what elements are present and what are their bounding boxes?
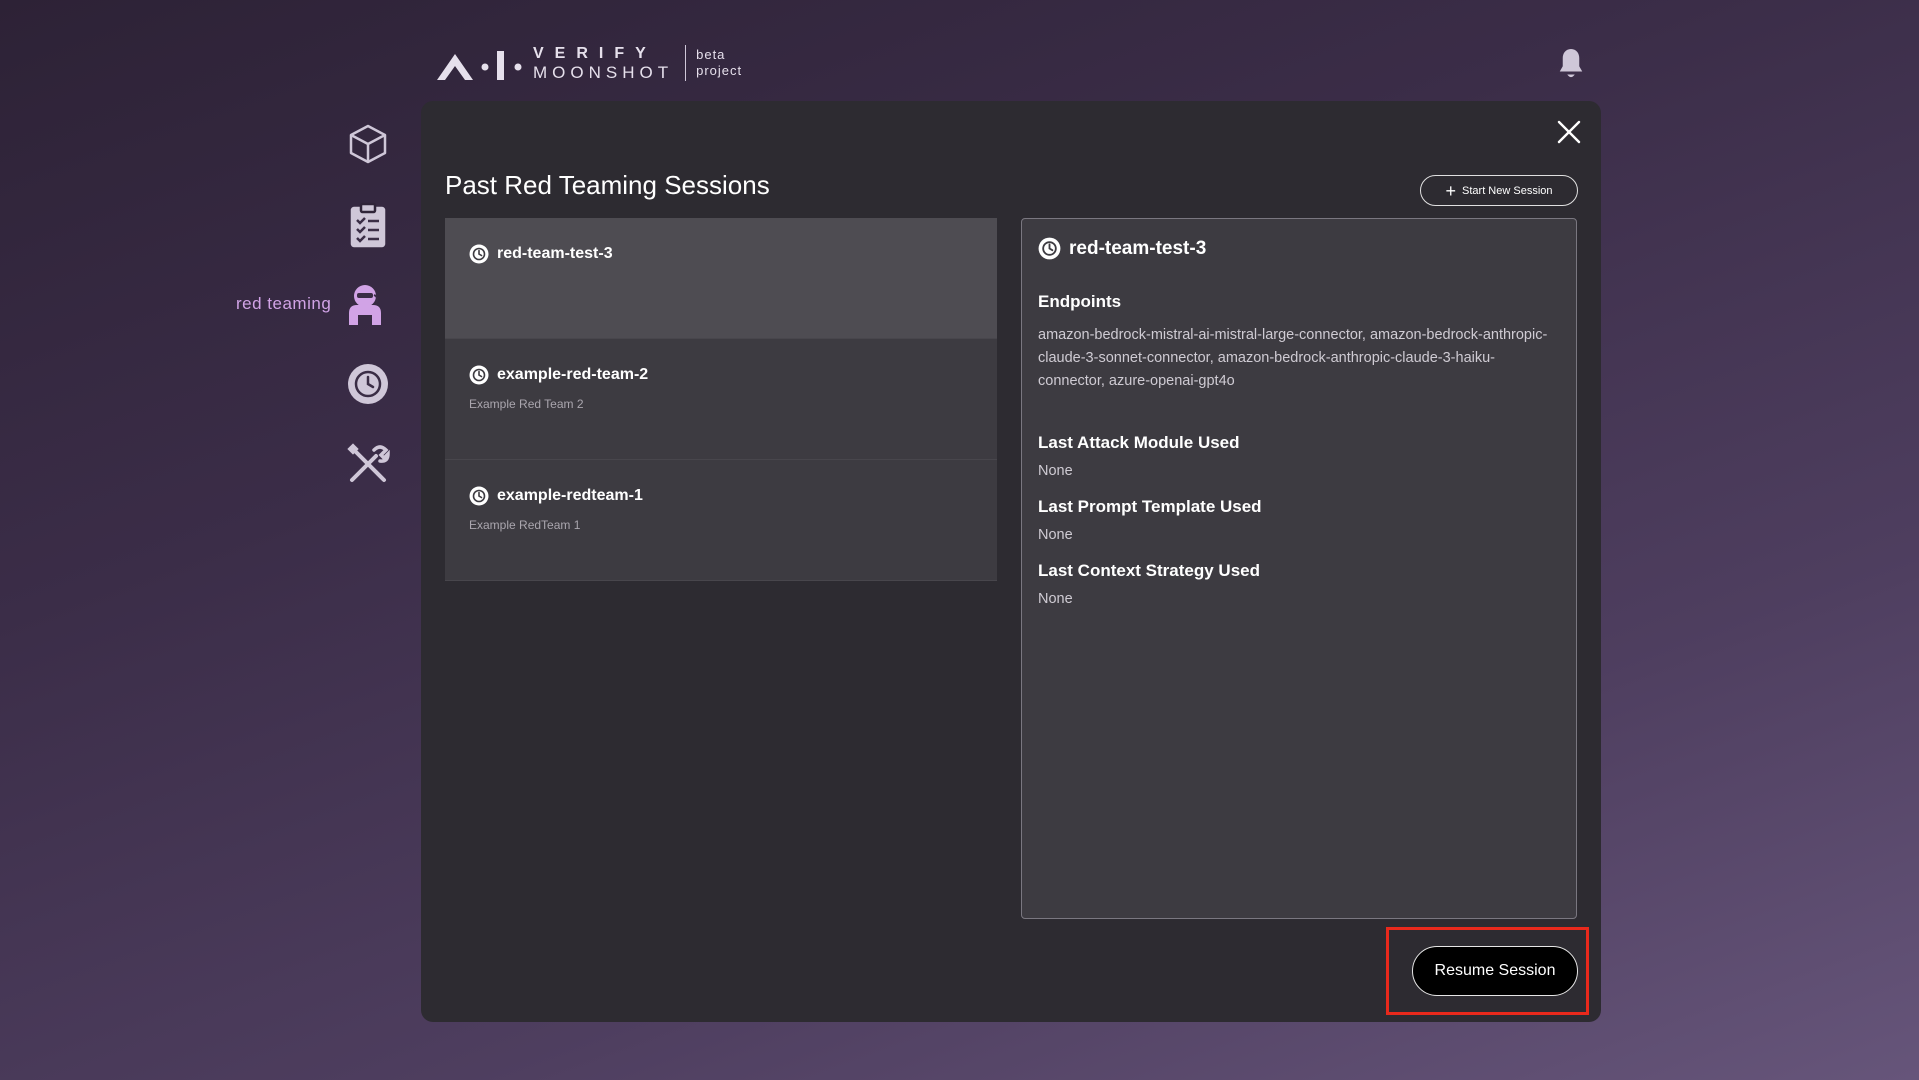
session-item-example-redteam-1[interactable]: example-redteam-1 Example RedTeam 1 xyxy=(445,460,997,581)
context-strategy-value: None xyxy=(1038,591,1073,607)
session-name: example-red-team-2 xyxy=(497,366,649,383)
sidebar-item-history[interactable] xyxy=(344,360,392,408)
sidebar-item-utilities[interactable] xyxy=(344,440,392,488)
history-icon xyxy=(1038,237,1061,260)
session-list: red-team-test-3 example-red-team-2 Examp… xyxy=(445,218,997,581)
tools-icon xyxy=(347,443,390,482)
context-strategy-heading: Last Context Strategy Used xyxy=(1038,561,1260,580)
history-clock-icon xyxy=(348,364,388,404)
history-icon xyxy=(469,244,489,264)
resume-session-button[interactable]: Resume Session xyxy=(1412,946,1578,996)
bell-icon[interactable] xyxy=(1553,46,1589,82)
history-icon xyxy=(469,365,489,385)
start-new-session-label: Start New Session xyxy=(1462,184,1553,197)
session-item-example-red-team-2[interactable]: example-red-team-2 Example Red Team 2 xyxy=(445,339,997,460)
aiverify-logo-icon xyxy=(437,51,522,80)
detail-session-name: red-team-test-3 xyxy=(1069,237,1207,259)
clipboard-checklist-icon xyxy=(350,202,386,248)
session-description: Example Red Team 2 xyxy=(469,397,584,411)
attack-module-heading: Last Attack Module Used xyxy=(1038,433,1240,452)
session-description: Example RedTeam 1 xyxy=(469,518,581,532)
logo-beta-text: beta xyxy=(696,47,726,62)
endpoints-list: amazon-bedrock-mistral-ai-mistral-large-… xyxy=(1038,327,1548,389)
prompt-template-value: None xyxy=(1038,527,1073,543)
start-new-session-button[interactable]: + Start New Session xyxy=(1420,175,1578,206)
session-name: red-team-test-3 xyxy=(497,245,613,262)
endpoints-heading: Endpoints xyxy=(1038,292,1122,311)
session-name: example-redteam-1 xyxy=(497,487,643,504)
sidebar-item-benchmarking[interactable] xyxy=(344,201,392,249)
cube-icon xyxy=(349,124,387,164)
session-detail-panel: red-team-test-3 Endpoints amazon-bedrock… xyxy=(1021,218,1577,919)
logo-verify-text: VERIFY xyxy=(533,44,657,62)
session-item-red-team-test-3[interactable]: red-team-test-3 xyxy=(445,218,997,339)
sidebar-item-red-teaming[interactable]: red teaming xyxy=(236,280,389,328)
sidebar-item-label: red teaming xyxy=(236,294,332,313)
modal-title: Past Red Teaming Sessions xyxy=(445,170,770,200)
plus-icon: + xyxy=(1445,180,1457,201)
app-logo: VERIFY MOONSHOT beta project xyxy=(435,44,742,82)
attack-module-value: None xyxy=(1038,463,1073,479)
close-icon[interactable] xyxy=(1555,118,1583,146)
logo-moonshot-text: MOONSHOT xyxy=(533,62,674,82)
sidebar-item-endpoints[interactable] xyxy=(344,120,392,168)
logo-project-text: project xyxy=(696,63,743,78)
history-icon xyxy=(469,486,489,506)
red-teaming-agent-icon xyxy=(349,285,382,325)
logo-divider xyxy=(685,45,687,81)
prompt-template-heading: Last Prompt Template Used xyxy=(1038,497,1262,516)
